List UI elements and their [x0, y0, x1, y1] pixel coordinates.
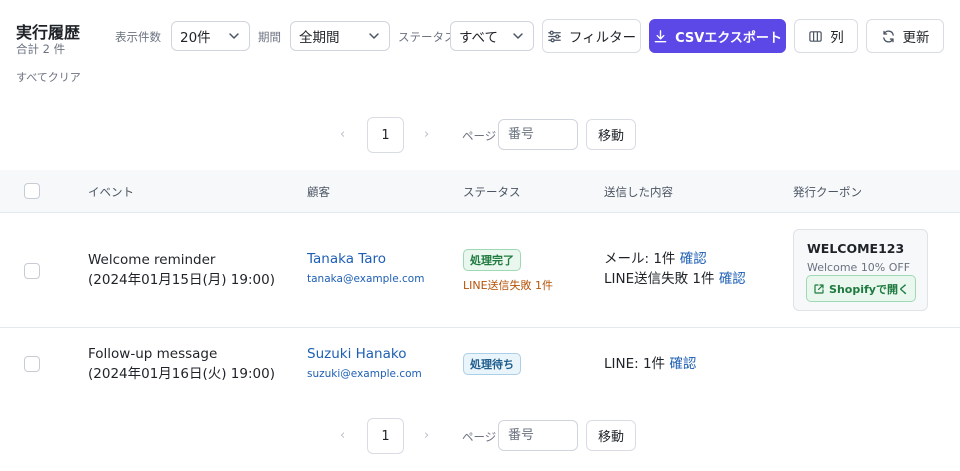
chevron-down-icon — [513, 33, 523, 39]
clear-all-link[interactable]: すべてクリア — [16, 69, 81, 85]
period-label: 期間 — [258, 30, 281, 44]
table-row: Follow-up message (2024年01月16日(火) 19:00)… — [0, 328, 960, 400]
column-header-status: ステータス — [463, 185, 521, 199]
column-header-coupon: 発行クーポン — [793, 185, 862, 199]
table-header: イベント 顧客 ステータス 送信した内容 発行クーポン — [0, 170, 960, 213]
filter-button[interactable]: フィルター — [542, 19, 641, 53]
page-number-input[interactable] — [498, 420, 578, 451]
event-cell: Follow-up message (2024年01月16日(火) 19:00) — [88, 344, 275, 384]
sent-content-cell: LINE: 1件 確認 — [604, 354, 696, 374]
coupon-description: Welcome 10% OFF — [807, 261, 911, 274]
column-header-event: イベント — [88, 185, 134, 199]
coupon-card: WELCOME123 Welcome 10% OFF Shopifyで開く — [793, 229, 928, 311]
refresh-button[interactable]: 更新 — [866, 19, 944, 53]
period-select[interactable]: 全期間 — [290, 21, 390, 51]
customer-cell: Suzuki Hanako suzuki@example.com — [307, 344, 422, 384]
go-button[interactable]: 移動 — [586, 119, 636, 150]
pagination-top: ‹ 1 › ページ 移動 — [0, 117, 960, 153]
external-link-icon — [814, 283, 824, 294]
columns-button[interactable]: 列 — [794, 19, 858, 53]
sent-line-failed-count: LINE送信失敗 1件 — [604, 271, 715, 287]
go-button[interactable]: 移動 — [586, 420, 636, 451]
sent-content-cell: メール: 1件 確認 LINE送信失敗 1件 確認 — [604, 249, 746, 289]
status-note: LINE送信失敗 1件 — [463, 279, 554, 292]
columns-icon — [809, 30, 822, 42]
sliders-icon — [548, 30, 561, 42]
csv-export-label: CSVエクスポート — [675, 30, 782, 46]
csv-export-button[interactable]: CSVエクスポート — [649, 19, 786, 53]
customer-email-link[interactable]: suzuki@example.com — [307, 364, 422, 384]
page-label: ページ — [462, 129, 497, 143]
coupon-code: WELCOME123 — [807, 241, 905, 256]
prev-page-button[interactable]: ‹ — [340, 127, 345, 142]
columns-button-label: 列 — [830, 30, 844, 46]
confirm-link[interactable]: 確認 — [680, 251, 707, 267]
event-cell: Welcome reminder (2024年01月15日(月) 19:00) — [88, 250, 275, 290]
column-header-customer: 顧客 — [307, 185, 330, 199]
status-select[interactable]: すべて — [450, 21, 534, 51]
table-row: Welcome reminder (2024年01月15日(月) 19:00) … — [0, 213, 960, 328]
page-number-input[interactable] — [498, 119, 578, 150]
customer-name-link[interactable]: Suzuki Hanako — [307, 344, 422, 364]
select-all-checkbox[interactable] — [24, 183, 40, 199]
confirm-link[interactable]: 確認 — [719, 271, 746, 287]
filter-button-label: フィルター — [568, 30, 637, 46]
open-in-shopify-button[interactable]: Shopifyで開く — [806, 275, 916, 302]
status-badge: 処理待ち — [463, 353, 521, 375]
customer-email-link[interactable]: tanaka@example.com — [307, 269, 424, 289]
event-name: Welcome reminder — [88, 252, 216, 268]
row-checkbox[interactable] — [24, 356, 40, 372]
status-value: すべて — [459, 30, 499, 46]
per-page-select[interactable]: 20件 — [171, 21, 250, 51]
prev-page-button[interactable]: ‹ — [340, 428, 345, 443]
per-page-label: 表示件数 — [115, 30, 161, 44]
customer-cell: Tanaka Taro tanaka@example.com — [307, 249, 424, 289]
sent-line-count: LINE: 1件 — [604, 356, 666, 372]
row-checkbox[interactable] — [24, 263, 40, 279]
total-count: 合計 2 件 — [16, 42, 66, 56]
chevron-down-icon — [229, 33, 239, 39]
refresh-icon — [882, 29, 894, 43]
page-title: 実行履歴 — [16, 23, 81, 42]
chevron-down-icon — [369, 33, 379, 39]
event-datetime: (2024年01月16日(火) 19:00) — [88, 366, 275, 382]
per-page-value: 20件 — [180, 30, 211, 46]
current-page[interactable]: 1 — [367, 418, 404, 454]
event-datetime: (2024年01月15日(月) 19:00) — [88, 272, 275, 288]
next-page-button[interactable]: › — [424, 127, 429, 142]
next-page-button[interactable]: › — [424, 428, 429, 443]
period-value: 全期間 — [299, 30, 340, 46]
download-icon — [654, 29, 667, 42]
status-filter-label: ステータス — [398, 30, 456, 44]
status-badge: 処理完了 — [463, 249, 521, 271]
column-header-sent-content: 送信した内容 — [604, 185, 673, 199]
open-in-shopify-label: Shopifyで開く — [829, 282, 909, 296]
sent-email-count: メール: 1件 — [604, 251, 676, 267]
customer-name-link[interactable]: Tanaka Taro — [307, 249, 424, 269]
page-label: ページ — [462, 430, 497, 444]
current-page[interactable]: 1 — [367, 117, 404, 153]
refresh-button-label: 更新 — [902, 30, 930, 46]
event-name: Follow-up message — [88, 346, 218, 362]
confirm-link[interactable]: 確認 — [669, 356, 696, 372]
pagination-bottom: ‹ 1 › ページ 移動 — [0, 418, 960, 454]
